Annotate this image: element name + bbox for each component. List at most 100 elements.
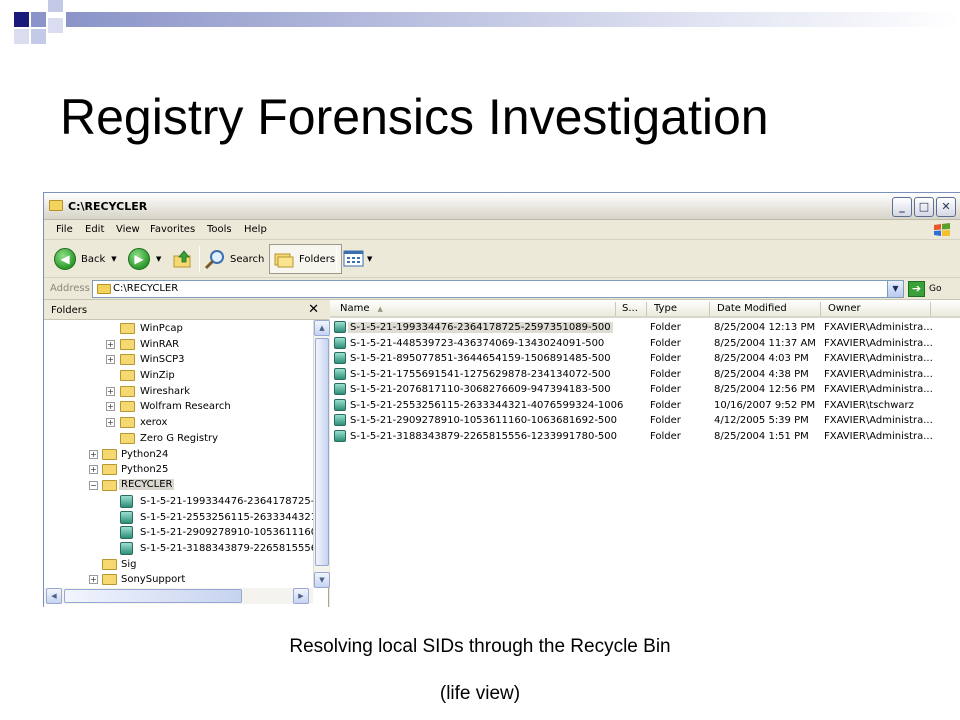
title-bar: C:\RECYCLER _ □ ✕ <box>44 193 960 220</box>
menu-favorites[interactable]: Favorites <box>150 224 195 235</box>
file-name: S-1-5-21-3188343879-2265815556-123399178… <box>350 431 618 442</box>
file-owner: FXAVIER\Administra... <box>824 415 933 426</box>
file-date: 4/12/2005 5:39 PM <box>714 415 809 426</box>
column-divider[interactable] <box>820 302 821 316</box>
table-row[interactable]: S-1-5-21-2553256115-2633344321-407659932… <box>330 398 960 414</box>
tree-item[interactable]: S-1-5-21-3188343879-2265815556-12 <box>44 541 313 556</box>
folder-icon <box>120 339 135 350</box>
column-date-modified[interactable]: Date Modified <box>717 303 787 314</box>
column-divider[interactable] <box>930 302 931 316</box>
table-row[interactable]: S-1-5-21-2909278910-1053611160-106368169… <box>330 413 960 429</box>
tree-item[interactable]: + Wolfram Research <box>44 399 313 414</box>
tree-item-label: S-1-5-21-2553256115-2633344321-40 <box>140 512 313 523</box>
caption-line-2: (life view) <box>439 683 521 704</box>
tree-item[interactable]: + Python25 <box>44 462 313 477</box>
column-divider[interactable] <box>615 302 616 316</box>
tree-item[interactable]: + Python24 <box>44 447 313 462</box>
table-row[interactable]: S-1-5-21-1755691541-1275629878-234134072… <box>330 367 960 383</box>
tree-item[interactable]: + xerox <box>44 415 313 430</box>
file-type: Folder <box>650 384 681 395</box>
scroll-right-icon[interactable]: ▶ <box>293 588 309 604</box>
expand-icon[interactable]: + <box>106 340 115 349</box>
table-row[interactable]: S-1-5-21-199334476-2364178725-2597351089… <box>330 320 960 336</box>
minimize-button[interactable]: _ <box>892 197 912 217</box>
address-input[interactable]: C:\RECYCLER ▼ <box>92 280 904 298</box>
column-size[interactable]: S... <box>622 303 638 314</box>
file-date: 10/16/2007 9:52 PM <box>714 400 816 411</box>
decor-square-light <box>31 29 46 44</box>
tree-item[interactable]: Zero G Registry <box>44 431 313 446</box>
tree-item[interactable]: S-1-5-21-199334476-2364178725-259 <box>44 494 313 509</box>
menu-view[interactable]: View <box>116 224 140 235</box>
address-label: Address <box>50 283 90 294</box>
tree-item[interactable]: + WinRAR <box>44 337 313 352</box>
maximize-button[interactable]: □ <box>914 197 934 217</box>
chevron-down-icon[interactable]: ▼ <box>887 281 903 297</box>
scroll-down-icon[interactable]: ▼ <box>314 572 330 588</box>
tree-item[interactable]: + SonySupport <box>44 572 313 587</box>
expand-icon[interactable]: + <box>106 387 115 396</box>
tree-item[interactable]: S-1-5-21-2553256115-2633344321-40 <box>44 510 313 525</box>
sort-up-icon: ▲ <box>377 305 383 313</box>
explorer-window: C:\RECYCLER _ □ ✕ File Edit View Favorit… <box>43 192 960 607</box>
up-folder-button[interactable] <box>172 245 194 273</box>
tree-item[interactable]: + Wireshark <box>44 384 313 399</box>
file-date: 8/25/2004 12:13 PM <box>714 322 816 333</box>
expand-icon[interactable]: + <box>89 465 98 474</box>
tree-item[interactable]: S-1-5-21-2909278910-1053611160-10 <box>44 525 313 540</box>
expand-icon[interactable]: + <box>106 418 115 427</box>
file-type: Folder <box>650 369 681 380</box>
tree-item-label: Wolfram Research <box>140 401 231 412</box>
table-row[interactable]: S-1-5-21-2076817110-3068276609-947394183… <box>330 382 960 398</box>
menu-help[interactable]: Help <box>244 224 267 235</box>
table-row[interactable]: S-1-5-21-895077851-3644654159-1506891485… <box>330 351 960 367</box>
go-button[interactable]: Go <box>929 284 941 294</box>
menu-edit[interactable]: Edit <box>85 224 104 235</box>
tree-item[interactable]: Sig <box>44 557 313 572</box>
close-button[interactable]: ✕ <box>936 197 956 217</box>
expand-icon[interactable]: + <box>106 402 115 411</box>
go-arrow-icon[interactable]: ➔ <box>908 281 925 297</box>
horizontal-scrollbar[interactable]: ◀ ▶ <box>44 588 313 604</box>
recycle-bin-icon <box>334 337 346 349</box>
tree-item[interactable]: WinPcap <box>44 321 313 336</box>
vertical-scrollbar[interactable]: ▲ ▼ <box>313 320 330 588</box>
table-row[interactable]: S-1-5-21-448539723-436374069-1343024091-… <box>330 336 960 352</box>
column-owner[interactable]: Owner <box>828 303 861 314</box>
file-name: S-1-5-21-895077851-3644654159-1506891485… <box>350 353 611 364</box>
recycle-bin-icon <box>334 383 346 395</box>
scroll-left-icon[interactable]: ◀ <box>46 588 62 604</box>
windows-logo-icon <box>934 223 950 236</box>
collapse-icon[interactable]: − <box>89 481 98 490</box>
tree-item-recycler[interactable]: − RECYCLER <box>44 478 313 493</box>
file-type: Folder <box>650 322 681 333</box>
column-name[interactable]: Name ▲ <box>340 303 383 314</box>
file-date: 8/25/2004 1:51 PM <box>714 431 809 442</box>
decor-square-light <box>48 18 63 33</box>
back-arrow-icon: ◀ <box>54 248 76 270</box>
table-row[interactable]: S-1-5-21-3188343879-2265815556-123399178… <box>330 429 960 445</box>
recycle-bin-icon <box>334 399 346 411</box>
forward-button[interactable]: ▶ ▼ <box>128 245 161 273</box>
expand-icon[interactable]: + <box>89 575 98 584</box>
scroll-thumb[interactable] <box>315 338 329 566</box>
search-icon <box>204 250 224 270</box>
expand-icon[interactable]: + <box>89 450 98 459</box>
back-button[interactable]: ◀ Back ▼ <box>54 245 117 273</box>
column-divider[interactable] <box>646 302 647 316</box>
close-icon[interactable]: ✕ <box>308 302 319 317</box>
menu-tools[interactable]: Tools <box>207 224 232 235</box>
scroll-thumb[interactable] <box>64 589 242 603</box>
tree-item[interactable]: WinZip <box>44 368 313 383</box>
menu-file[interactable]: File <box>56 224 73 235</box>
folders-pane-title: Folders <box>51 305 88 316</box>
search-button[interactable]: Search <box>204 245 264 273</box>
views-button[interactable]: ▼ <box>343 245 372 273</box>
folders-button[interactable]: Folders <box>269 244 343 274</box>
column-divider[interactable] <box>709 302 710 316</box>
tree-item-label: Zero G Registry <box>140 433 219 444</box>
scroll-up-icon[interactable]: ▲ <box>314 320 330 336</box>
expand-icon[interactable]: + <box>106 355 115 364</box>
column-type[interactable]: Type <box>654 303 677 314</box>
tree-item[interactable]: + WinSCP3 <box>44 352 313 367</box>
